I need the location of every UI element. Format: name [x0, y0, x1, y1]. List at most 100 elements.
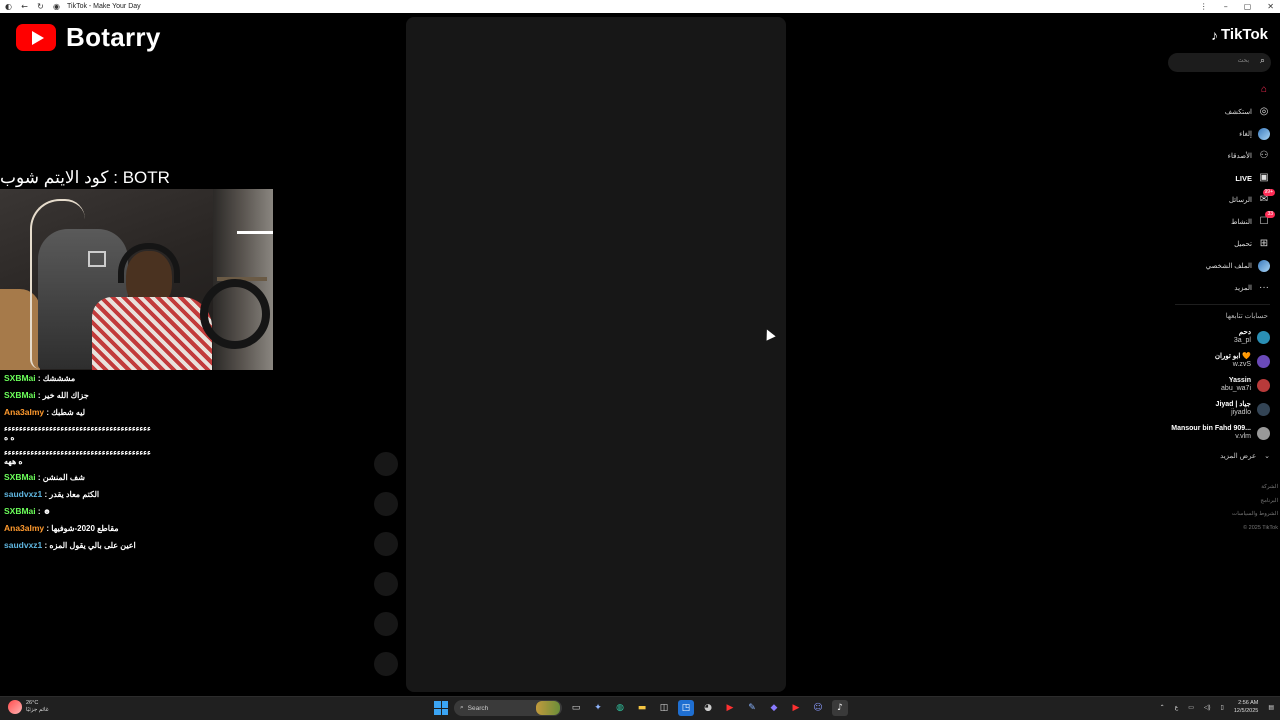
search-highlight-art [536, 701, 560, 715]
chat-text: ءءءءءءءءءءءءءءءءءءءءءءءءءءءءءءءءءءءءءءءه… [4, 448, 151, 466]
chat-message: ءءءءءءءءءءءءءءءءءءءءءءءءءءءءءءءءءءءءءءءه… [4, 421, 154, 445]
search-input[interactable]: بحث ⌕ [1168, 53, 1271, 72]
more-button[interactable] [374, 612, 398, 636]
account-handle: w.zvS [1232, 361, 1251, 368]
sidebar-item-label: استكشف [1224, 109, 1252, 116]
paint-icon[interactable]: ✎ [744, 700, 760, 716]
account-name: Mansour bin Fahd 909... [1171, 425, 1251, 432]
see-more-button[interactable]: عرض المزيد ⌄ [1130, 447, 1270, 465]
edge-icon[interactable]: ◍ [612, 700, 628, 716]
account-avatar [1257, 426, 1270, 440]
battery-icon[interactable]: ▯ [1221, 704, 1224, 711]
volume-icon[interactable]: ◁) [1204, 704, 1211, 711]
youtube-music-icon[interactable]: ▶ [788, 700, 804, 716]
youtube-icon [16, 24, 56, 51]
teams-icon[interactable]: ◆ [766, 700, 782, 716]
chat-text: ☻ [42, 507, 52, 516]
sidebar-item-avatar[interactable]: إلغاء [1150, 123, 1270, 145]
chevron-down-icon: ⌄ [1264, 453, 1270, 460]
maximize-button[interactable]: ▢ [1244, 2, 1252, 11]
chat-username: SXBMai [4, 506, 36, 516]
account-name: Yassin [1228, 377, 1251, 384]
share-button[interactable] [374, 572, 398, 596]
network-icon[interactable]: ▭ [1188, 704, 1194, 711]
video-action-rail [374, 452, 398, 692]
like-button[interactable] [374, 452, 398, 476]
sidebar-item-live[interactable]: LIVE ▣ [1150, 167, 1270, 189]
account-handle: abu_wa7i [1221, 385, 1251, 392]
reload-icon[interactable]: ↻ [36, 2, 45, 11]
weather-widget[interactable]: 26°C غائم جزئيًا [8, 700, 49, 714]
copilot-icon[interactable]: ✦ [590, 700, 606, 716]
bookmark-button[interactable] [374, 532, 398, 556]
back-icon[interactable]: ← [20, 2, 29, 11]
chat-username: saudvxz1 [4, 489, 43, 499]
home-icon: ⌂ [1260, 84, 1268, 95]
following-account[interactable]: Yassin abu_wa7i [1130, 373, 1270, 397]
chat-username: saudvxz1 [4, 540, 43, 550]
system-clock[interactable]: 2:56 AM 12/5/2025 [1234, 699, 1258, 715]
language-indicator[interactable]: ع [1175, 704, 1179, 711]
profile-icon [1258, 260, 1270, 272]
discord-icon[interactable]: ☺ [810, 700, 826, 716]
sidebar-item-friends[interactable]: الأصدقاء ⚇ [1150, 145, 1270, 167]
sidebar-footer: الشركة البرنامج الشروط والسياسات © 2025 Tik… [1232, 481, 1278, 535]
tiktok-app-icon[interactable]: ♪ [832, 700, 848, 716]
chat-message: Ana3almy : ليه شطبك [4, 407, 86, 417]
sidebar-item-messages[interactable]: الرسائل ✉ 99+ [1150, 189, 1275, 211]
file-explorer-icon[interactable]: ▬ [634, 700, 650, 716]
start-button[interactable] [434, 701, 448, 715]
chevron-up-icon[interactable]: ⌃ [1160, 704, 1165, 711]
footer-link: © 2025 TikTok [1243, 524, 1278, 531]
task-view-icon[interactable]: ▭ [568, 700, 584, 716]
close-button[interactable]: ✕ [1267, 2, 1274, 11]
sidebar-item-label: إلغاء [1239, 131, 1252, 138]
chat-text: الكتم معاد يقدر [49, 490, 100, 499]
following-list: دحم 3a_pl ابو توران 🧡 w.zvS Yassin abu_wa7i Ji… [1130, 325, 1270, 465]
brand-logo: Botarry [16, 22, 161, 53]
chat-message: SXBMai : شف المنشن [4, 472, 85, 482]
account-avatar [1257, 378, 1270, 392]
footer-link[interactable]: الشركة [1232, 481, 1278, 495]
weather-temp: 26°C [26, 700, 39, 706]
comment-button[interactable] [374, 492, 398, 516]
following-account[interactable]: Mansour bin Fahd 909... v.vlm [1130, 421, 1270, 445]
sidebar-item-compass[interactable]: استكشف ◎ [1150, 101, 1270, 123]
chat-text: ءءءءءءءءءءءءءءءءءءءءءءءءءءءءءءءءءءءءءءءه… [4, 424, 151, 442]
footer-link[interactable]: البرنامج [1232, 495, 1278, 509]
clock-date: 12/5/2025 [1233, 708, 1259, 714]
sidebar-item-activity[interactable]: النشاط ☐ 33 [1150, 211, 1275, 233]
following-account[interactable]: Jiyad | جياد jiyadlo [1130, 397, 1270, 421]
minimize-button[interactable]: – [1224, 2, 1228, 11]
sound-button[interactable] [374, 652, 398, 676]
item-shop-code: كود الايتم شوب : BOTR [0, 168, 170, 187]
tiktok-logo[interactable]: ♪ TikTok [1211, 26, 1268, 43]
outlook-icon[interactable]: ◳ [678, 700, 694, 716]
sidebar-item-profile[interactable]: الملف الشخصي [1150, 255, 1270, 277]
taskbar-search[interactable]: ⌕ Search [454, 700, 562, 716]
footer-link[interactable]: الشروط والسياسات [1232, 508, 1278, 522]
following-account[interactable]: ابو توران 🧡 w.zvS [1130, 349, 1270, 373]
youtube-app-icon[interactable]: ▶ [722, 700, 738, 716]
search-placeholder: بحث [1237, 57, 1249, 64]
sidebar-item-label: الملف الشخصي [1205, 263, 1252, 270]
steam-icon[interactable]: ◕ [700, 700, 716, 716]
search-icon[interactable]: ⌕ [1260, 56, 1265, 66]
account-name: دحم [1238, 329, 1251, 336]
sidebar-divider [1175, 304, 1270, 305]
chat-message: SXBMai : مشششك [4, 373, 76, 383]
following-account[interactable]: دحم 3a_pl [1130, 325, 1270, 349]
sidebar-item-upload[interactable]: تحميل ⊞ [1150, 233, 1270, 255]
chat-text: اعين على بالي يقول المزه [49, 541, 136, 550]
notification-icon[interactable]: ▤ [1268, 704, 1274, 711]
sidebar-item-more[interactable]: المزيد ··· [1150, 277, 1270, 299]
store-icon[interactable]: ◫ [656, 700, 672, 716]
sidebar-item-home[interactable]: ⌂ [1150, 79, 1270, 101]
account-handle: v.vlm [1235, 433, 1251, 440]
sidebar-item-label: النشاط [1230, 219, 1252, 226]
activity-icon: ☐ 33 [1259, 211, 1275, 227]
menu-icon[interactable]: ⋮ [1200, 2, 1208, 11]
video-player[interactable] [406, 17, 786, 692]
account-name: Jiyad | جياد [1215, 401, 1251, 408]
chat-message: SXBMai : ☻ [4, 506, 52, 516]
